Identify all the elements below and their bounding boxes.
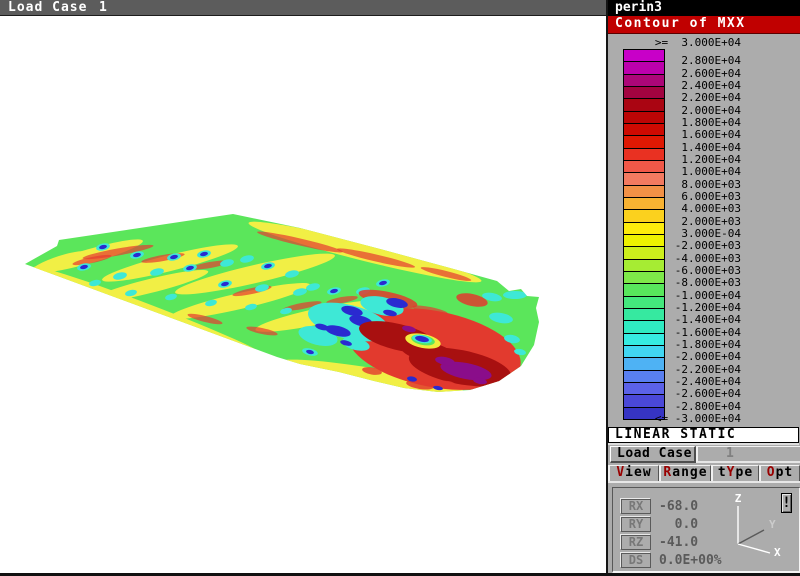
legend-label: >= 3.000E+04 xyxy=(641,37,741,49)
ry-button[interactable]: RY xyxy=(621,517,651,532)
axis-z-label: Z xyxy=(735,492,742,505)
load-case-title-number: 1 xyxy=(99,0,107,15)
legend-label: -2.800E+04 xyxy=(641,401,741,413)
plate-mesh xyxy=(0,16,606,573)
legend-label: -2.000E+03 xyxy=(641,240,741,252)
legend-label: -1.000E+04 xyxy=(641,290,741,302)
contour-header: Contour of MXX xyxy=(608,16,800,34)
legend-label: 4.000E+03 xyxy=(641,203,741,215)
legend-label: 2.000E+04 xyxy=(641,105,741,117)
legend-label: 2.400E+04 xyxy=(641,80,741,92)
legend-label: 2.000E+03 xyxy=(641,216,741,228)
legend-label: <= -3.000E+04 xyxy=(641,413,741,425)
legend-label: -6.000E+03 xyxy=(641,265,741,277)
legend-label: 8.000E+03 xyxy=(641,179,741,191)
ry-value: 0.0 xyxy=(659,517,698,532)
view-button[interactable]: View xyxy=(608,465,659,481)
load-case-title-label: Load Case xyxy=(8,0,87,15)
panel-button-row: ViewRangetYpeOpt xyxy=(608,465,800,483)
legend-label: 3.000E-04 xyxy=(641,228,741,240)
rx-button[interactable]: RX xyxy=(621,499,651,514)
opt-button[interactable]: Opt xyxy=(759,465,800,481)
rz-value: -41.0 xyxy=(659,535,698,550)
viewport-area: Load Case 1 xyxy=(0,0,608,573)
legend-label: 1.800E+04 xyxy=(641,117,741,129)
contour-plot xyxy=(0,16,606,573)
viewport-titlebar: Load Case 1 xyxy=(0,0,606,16)
legend-label: 6.000E+03 xyxy=(641,191,741,203)
load-case-row: Load Case 1 xyxy=(608,446,800,464)
legend-label: 1.200E+04 xyxy=(641,154,741,166)
rx-value: -68.0 xyxy=(659,499,698,514)
legend-label: -8.000E+03 xyxy=(641,277,741,289)
type-button[interactable]: tYpe xyxy=(711,465,759,481)
view-info-panel: RX-68.0RY 0.0RZ-41.0DS0.0E+00% Z Y X ! xyxy=(612,487,800,573)
analysis-type: LINEAR STATIC xyxy=(608,427,799,443)
alert-marker[interactable]: ! xyxy=(781,493,792,513)
range-button[interactable]: Range xyxy=(659,465,711,481)
ds-button[interactable]: DS xyxy=(621,553,651,568)
legend-label: 1.400E+04 xyxy=(641,142,741,154)
legend-label: -2.600E+04 xyxy=(641,388,741,400)
model-title: perin3 xyxy=(608,0,800,16)
legend-label: 1.600E+04 xyxy=(641,129,741,141)
load-case-button[interactable]: Load Case xyxy=(610,446,696,463)
axis-x-label: X xyxy=(774,546,781,559)
load-case-field[interactable]: 1 xyxy=(696,446,800,463)
legend-label: -2.400E+04 xyxy=(641,376,741,388)
legend-label: 2.200E+04 xyxy=(641,92,741,104)
legend-label: 2.600E+04 xyxy=(641,68,741,80)
control-panel: perin3 Contour of MXX >= 3.000E+04 2.800E… xyxy=(608,0,800,573)
axis-y-label: Y xyxy=(769,518,776,531)
legend-label: -1.600E+04 xyxy=(641,327,741,339)
legend-label: -2.000E+04 xyxy=(641,351,741,363)
legend-label: -1.200E+04 xyxy=(641,302,741,314)
rz-button[interactable]: RZ xyxy=(621,535,651,550)
legend-label: -1.400E+04 xyxy=(641,314,741,326)
legend-label: -4.000E+03 xyxy=(641,253,741,265)
application-window: Load Case 1 perin3 Contour of MXX >= 3.0… xyxy=(0,0,800,576)
model-viewport[interactable] xyxy=(0,16,606,573)
legend-label: -2.200E+04 xyxy=(641,364,741,376)
legend-label: -1.800E+04 xyxy=(641,339,741,351)
legend-label: 2.800E+04 xyxy=(641,55,741,67)
legend-label: 1.000E+04 xyxy=(641,166,741,178)
